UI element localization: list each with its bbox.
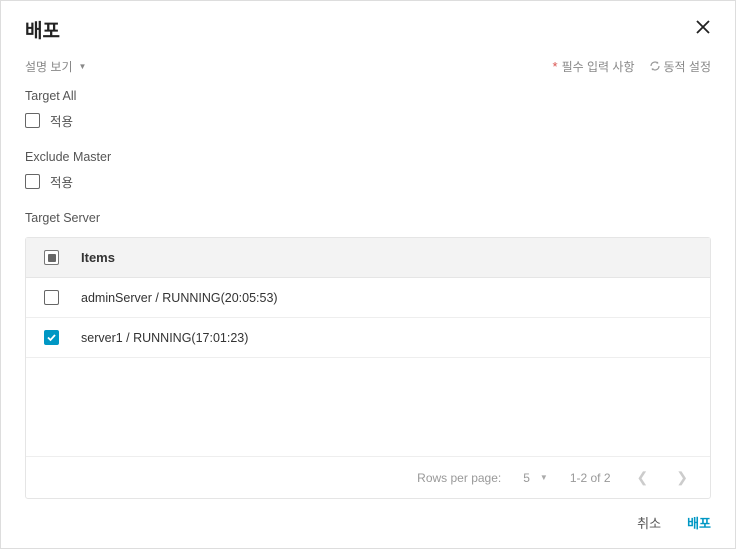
pagination: Rows per page: 5 ▼ 1-2 of 2 ❮ ❯ bbox=[26, 456, 710, 498]
description-toggle-label: 설명 보기 bbox=[25, 58, 73, 75]
pagination-arrows: ❮ ❯ bbox=[633, 467, 692, 488]
required-legend: *필수 입력 사항 bbox=[553, 58, 635, 75]
exclude-master-label: Exclude Master bbox=[25, 150, 711, 164]
dialog-header: 배포 bbox=[1, 1, 735, 54]
next-page-icon[interactable]: ❯ bbox=[672, 467, 692, 488]
table-spacer bbox=[26, 358, 710, 456]
toolbar: 설명 보기 ▼ *필수 입력 사항 동적 설정 bbox=[1, 54, 735, 83]
table-row: server1 / RUNNING(17:01:23) bbox=[26, 318, 710, 358]
description-toggle[interactable]: 설명 보기 ▼ bbox=[25, 58, 86, 75]
target-all-apply-label: 적용 bbox=[50, 111, 73, 130]
target-server-label: Target Server bbox=[25, 211, 711, 225]
deploy-button[interactable]: 배포 bbox=[687, 513, 711, 532]
prev-page-icon[interactable]: ❮ bbox=[633, 467, 653, 488]
deploy-dialog: 배포 설명 보기 ▼ *필수 입력 사항 동적 설정 Target All 적용 bbox=[0, 0, 736, 549]
rows-per-page-label: Rows per page: bbox=[417, 471, 501, 485]
target-all-checkbox[interactable] bbox=[25, 113, 40, 128]
row-checkbox[interactable] bbox=[44, 290, 59, 305]
server-table: Items adminServer / RUNNING(20:05:53) se… bbox=[25, 237, 711, 499]
caret-down-icon: ▼ bbox=[540, 473, 548, 482]
exclude-master-row: 적용 bbox=[25, 172, 711, 191]
caret-down-icon: ▼ bbox=[79, 62, 87, 71]
refresh-icon bbox=[649, 60, 661, 75]
row-checkbox[interactable] bbox=[44, 330, 59, 345]
row-text: adminServer / RUNNING(20:05:53) bbox=[81, 291, 278, 305]
asterisk-icon: * bbox=[553, 59, 558, 74]
row-text: server1 / RUNNING(17:01:23) bbox=[81, 331, 248, 345]
dialog-title: 배포 bbox=[25, 16, 60, 43]
legend: *필수 입력 사항 동적 설정 bbox=[553, 58, 711, 75]
dialog-body: Target All 적용 Exclude Master 적용 Target S… bbox=[1, 83, 735, 499]
target-all-row: 적용 bbox=[25, 111, 711, 130]
exclude-master-apply-label: 적용 bbox=[50, 172, 73, 191]
table-header: Items bbox=[26, 238, 710, 278]
column-items: Items bbox=[81, 250, 115, 265]
target-all-label: Target All bbox=[25, 89, 711, 103]
table-row: adminServer / RUNNING(20:05:53) bbox=[26, 278, 710, 318]
exclude-master-checkbox[interactable] bbox=[25, 174, 40, 189]
dynamic-legend: 동적 설정 bbox=[649, 58, 712, 75]
close-icon[interactable] bbox=[691, 15, 715, 44]
select-all-checkbox[interactable] bbox=[44, 250, 59, 265]
dialog-footer: 취소 배포 bbox=[1, 499, 735, 548]
cancel-button[interactable]: 취소 bbox=[637, 513, 661, 532]
pagination-range: 1-2 of 2 bbox=[570, 471, 611, 485]
rows-per-page-select[interactable]: 5 ▼ bbox=[523, 471, 548, 485]
